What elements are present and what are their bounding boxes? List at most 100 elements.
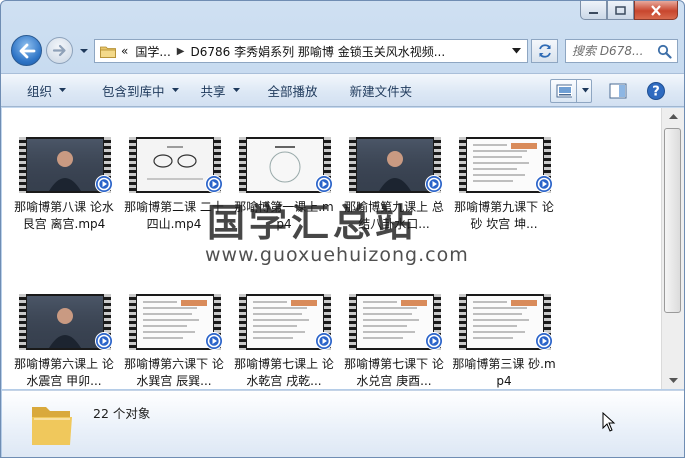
play-all-label: 全部播放 xyxy=(267,83,318,99)
breadcrumb: « 国学... ▶ D6786 李秀娟系列 那喻博 金锁玉关风水视频... xyxy=(121,43,445,60)
file-name: 那喻博第七课上 论水乾宫 戌乾... xyxy=(234,357,334,388)
navigation-bar: « 国学... ▶ D6786 李秀娟系列 那喻博 金锁玉关风水视频... xyxy=(1,31,684,69)
media-player-badge-icon xyxy=(315,332,333,350)
thumbnail-image xyxy=(27,139,103,191)
close-button[interactable] xyxy=(634,1,678,20)
view-thumbnails-icon xyxy=(556,84,572,98)
new-folder-label: 新建文件夹 xyxy=(349,83,413,99)
scroll-up-icon xyxy=(668,113,678,119)
preview-pane-icon xyxy=(609,83,627,99)
scrollbar-thumb[interactable] xyxy=(664,128,681,313)
organize-label: 组织 xyxy=(27,83,53,99)
recent-pages-button[interactable] xyxy=(79,45,89,55)
filmstrip-edge xyxy=(349,294,356,350)
help-button[interactable]: ? xyxy=(646,81,666,104)
back-button[interactable] xyxy=(11,35,42,66)
media-player-badge-icon xyxy=(95,332,113,350)
breadcrumb-item-guoxue[interactable]: 国学... xyxy=(135,43,170,60)
preview-pane-button[interactable] xyxy=(609,83,627,102)
help-icon: ? xyxy=(647,82,665,100)
thumbnail-image xyxy=(27,296,103,348)
command-bar: 组织 包含到库中 共享 全部播放 新建文件夹 ? xyxy=(1,73,684,107)
chevron-down-icon xyxy=(171,88,179,92)
scroll-up-button[interactable] xyxy=(662,108,684,125)
refresh-button[interactable] xyxy=(531,39,558,63)
filmstrip-edge xyxy=(239,294,246,350)
vertical-scrollbar[interactable] xyxy=(661,108,684,389)
change-view-button[interactable] xyxy=(550,79,592,103)
minimize-icon xyxy=(589,11,598,14)
details-pane: 22 个对象 xyxy=(2,390,684,457)
svg-text:?: ? xyxy=(652,85,660,100)
explorer-window: « 国学... ▶ D6786 李秀娟系列 那喻博 金锁玉关风水视频... 搜索… xyxy=(0,0,685,458)
forward-arrow-icon xyxy=(52,44,66,57)
folder-icon xyxy=(32,407,72,445)
media-player-badge-icon xyxy=(535,332,553,350)
file-list[interactable]: 那喻博第八课 论水艮宫 离宫.mp4 那喻博第二课 二十四山.mp4 那喻博第一课上… xyxy=(2,108,661,389)
thumbnail-image xyxy=(247,296,323,348)
filmstrip-edge xyxy=(349,137,356,193)
address-bar[interactable]: « 国学... ▶ D6786 李秀娟系列 那喻博 金锁玉关风水视频... xyxy=(94,39,528,63)
minimize-button[interactable] xyxy=(580,1,607,20)
filmstrip-edge xyxy=(19,137,26,193)
filmstrip-edge xyxy=(459,294,466,350)
media-player-badge-icon xyxy=(205,332,223,350)
share-label: 共享 xyxy=(200,83,226,99)
watermark-title: 国学汇总站 xyxy=(207,201,418,245)
media-player-badge-icon xyxy=(95,175,113,193)
media-player-badge-icon xyxy=(425,332,443,350)
filmstrip-edge xyxy=(239,137,246,193)
include-library-menu[interactable]: 包含到库中 xyxy=(93,73,188,107)
thumbnail-image xyxy=(357,296,433,348)
filmstrip-edge xyxy=(129,137,136,193)
maximize-icon xyxy=(615,5,626,15)
chevron-down-icon xyxy=(80,49,88,53)
caption-buttons xyxy=(580,1,678,20)
folder-icon xyxy=(100,46,116,58)
chevron-down-icon xyxy=(232,88,240,92)
forward-button[interactable] xyxy=(46,37,73,64)
object-count: 22 个对象 xyxy=(93,406,151,421)
view-button-divider xyxy=(575,80,577,102)
file-name: 那喻博第九课下 论砂 坎宫 坤... xyxy=(454,200,554,231)
thumbnail-image xyxy=(137,296,213,348)
file-name: 那喻博第六课上 论水震宫 甲卯... xyxy=(14,357,114,388)
file-name: 那喻博第六课下 论水巽宫 辰巽... xyxy=(124,357,224,388)
file-name: 那喻博第七课下 论水兑宫 庚酉... xyxy=(344,357,444,388)
organize-menu[interactable]: 组织 xyxy=(1,73,75,107)
refresh-icon xyxy=(538,44,551,58)
include-library-label: 包含到库中 xyxy=(102,83,165,99)
chevron-down-icon xyxy=(59,88,67,92)
breadcrumb-overflow[interactable]: « xyxy=(121,44,128,58)
thumbnail-image xyxy=(247,139,323,191)
play-all-button[interactable]: 全部播放 xyxy=(259,73,327,107)
breadcrumb-separator-icon[interactable]: ▶ xyxy=(177,46,185,57)
search-input[interactable] xyxy=(572,44,660,58)
new-folder-button[interactable]: 新建文件夹 xyxy=(341,73,422,107)
file-name: 那喻博第八课 论水艮宫 离宫.mp4 xyxy=(14,200,114,231)
thumbnail-image xyxy=(467,139,543,191)
chevron-down-icon xyxy=(581,88,589,93)
mouse-cursor-icon xyxy=(602,412,616,432)
back-arrow-icon xyxy=(19,43,35,58)
address-dropdown-icon[interactable] xyxy=(512,48,521,54)
scroll-down-button[interactable] xyxy=(662,372,684,389)
breadcrumb-item-current[interactable]: D6786 李秀娟系列 那喻博 金锁玉关风水视频... xyxy=(191,43,446,60)
watermark-url: www.guoxuehuizong.com xyxy=(205,244,469,266)
filmstrip-edge xyxy=(129,294,136,350)
thumbnail-image xyxy=(137,139,213,191)
file-name: 那喻博第三课 砂.mp4 xyxy=(452,357,556,388)
maximize-button[interactable] xyxy=(607,1,634,20)
media-player-badge-icon xyxy=(535,175,553,193)
thumbnail-image xyxy=(467,296,543,348)
media-player-badge-icon xyxy=(425,175,443,193)
scroll-down-icon xyxy=(668,377,678,383)
media-player-badge-icon xyxy=(315,175,333,193)
search-icon[interactable] xyxy=(657,44,672,59)
thumbnail-image xyxy=(357,139,433,191)
filmstrip-edge xyxy=(459,137,466,193)
share-menu[interactable]: 共享 xyxy=(192,73,249,107)
media-player-badge-icon xyxy=(205,175,223,193)
filmstrip-edge xyxy=(19,294,26,350)
search-box xyxy=(565,39,678,63)
